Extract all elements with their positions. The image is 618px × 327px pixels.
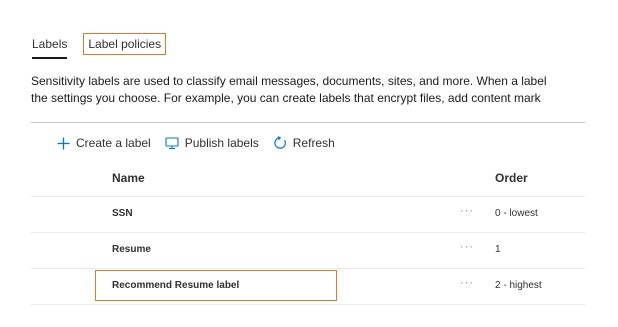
create-label-button[interactable]: Create a label: [56, 136, 151, 150]
refresh-icon: [273, 136, 287, 150]
create-label-text: Create a label: [76, 136, 151, 150]
more-actions-icon[interactable]: ···: [460, 277, 474, 289]
tab-bar: Labels Label policies: [32, 31, 167, 59]
publish-labels-text: Publish labels: [184, 136, 259, 150]
plus-icon: [56, 136, 70, 150]
column-header-order[interactable]: Order: [495, 171, 528, 185]
refresh-text: Refresh: [292, 136, 335, 150]
label-order: 1: [495, 244, 501, 255]
command-bar: Create a label Publish labels Refresh: [56, 133, 349, 153]
more-actions-icon[interactable]: ···: [460, 205, 474, 217]
divider: [31, 122, 585, 123]
table-row[interactable]: Resume ··· 1: [31, 233, 585, 268]
table-row[interactable]: SSN ··· 0 - lowest: [31, 197, 585, 232]
row-divider: [31, 304, 585, 305]
publish-labels-button[interactable]: Publish labels: [165, 136, 259, 150]
page-description: Sensitivity labels are used to classify …: [31, 73, 618, 107]
label-name[interactable]: SSN: [112, 208, 133, 219]
highlight-box: [95, 270, 337, 301]
label-page: Labels Label policies Sensitivity labels…: [0, 0, 618, 327]
column-header-name[interactable]: Name: [112, 171, 145, 185]
label-name[interactable]: Resume: [112, 244, 151, 255]
description-line-1: Sensitivity labels are used to classify …: [31, 74, 547, 88]
label-order: 0 - lowest: [495, 208, 538, 219]
more-actions-icon[interactable]: ···: [460, 241, 474, 253]
tab-labels[interactable]: Labels: [32, 33, 68, 59]
monitor-icon: [165, 136, 179, 150]
description-line-2: the settings you choose. For example, yo…: [31, 91, 541, 105]
refresh-button[interactable]: Refresh: [273, 136, 335, 150]
label-order: 2 - highest: [495, 280, 542, 291]
tab-label-policies[interactable]: Label policies: [83, 33, 167, 55]
